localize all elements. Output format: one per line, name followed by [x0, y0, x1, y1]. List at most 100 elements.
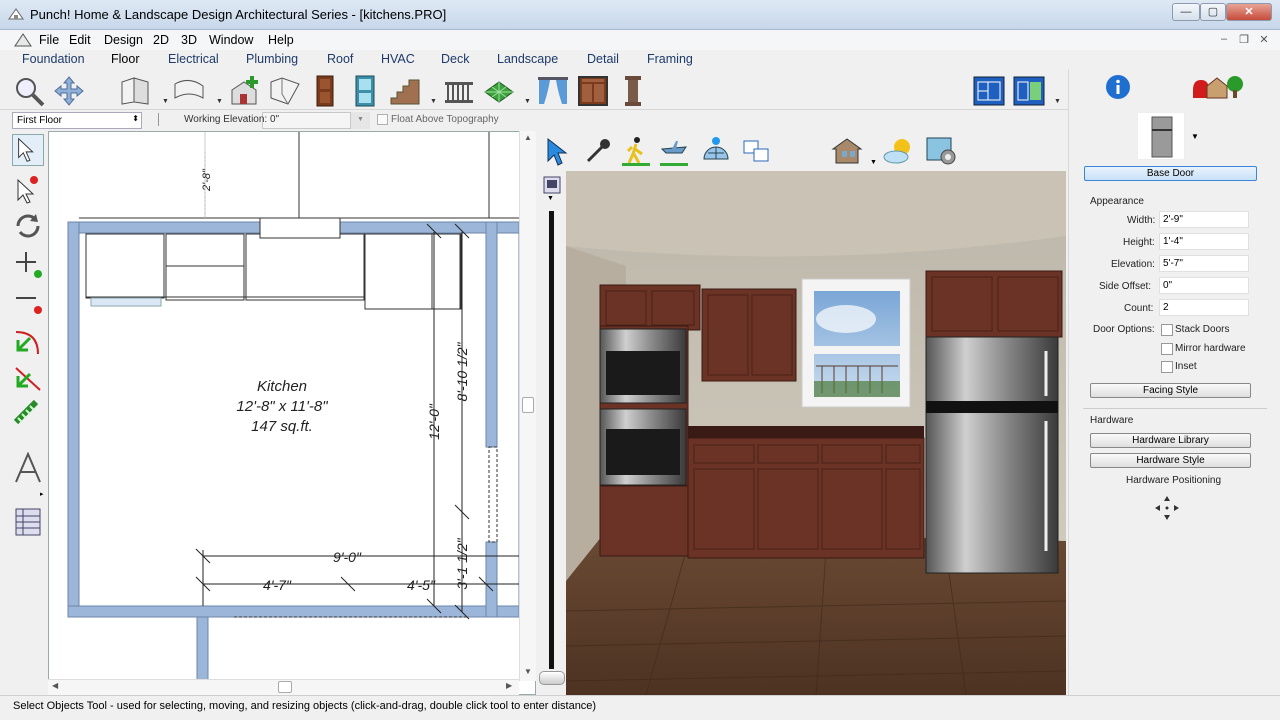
- height-field[interactable]: 1'-4": [1159, 233, 1249, 250]
- select-objects-tool-icon[interactable]: [12, 134, 44, 166]
- house-view-icon[interactable]: [830, 135, 864, 167]
- house-view-dropdown-caret[interactable]: ▼: [870, 159, 877, 166]
- menu-file[interactable]: File: [39, 33, 59, 47]
- eyedropper-icon[interactable]: [582, 135, 614, 167]
- plan-vscroll-thumb[interactable]: [522, 397, 534, 413]
- pan-icon[interactable]: [52, 74, 86, 108]
- 3d-zoom-fit-icon[interactable]: [542, 175, 562, 195]
- properties-panel: ▼ Base Door Appearance Width: 2'-9" Heig…: [1068, 70, 1280, 695]
- zoom-slider-thumb[interactable]: [539, 671, 565, 685]
- menu-window[interactable]: Window: [209, 33, 253, 47]
- walls-dropdown-caret[interactable]: ▼: [162, 98, 169, 105]
- floor-select[interactable]: First Floor ⬍: [12, 112, 142, 129]
- side-offset-field[interactable]: 0": [1159, 277, 1249, 294]
- more-tools-caret[interactable]: ▸: [40, 490, 44, 498]
- view-dropdown-caret[interactable]: ▼: [1054, 98, 1061, 105]
- fly-around-icon[interactable]: [658, 135, 690, 167]
- plan-vertical-scrollbar[interactable]: ▲ ▼: [519, 131, 536, 681]
- cabinet-icon[interactable]: [576, 74, 610, 108]
- doc-minimize-button[interactable]: –: [1216, 33, 1232, 47]
- menu-help[interactable]: Help: [268, 33, 294, 47]
- tab-framing[interactable]: Framing: [647, 52, 693, 66]
- 3d-view-toolbar: ▼: [538, 131, 1068, 171]
- menu-edit[interactable]: Edit: [69, 33, 91, 47]
- sun-weather-icon[interactable]: [882, 135, 916, 167]
- stairs-icon[interactable]: [388, 74, 422, 108]
- width-field[interactable]: 2'-9": [1159, 211, 1249, 228]
- plan-hscroll-thumb[interactable]: [278, 681, 292, 693]
- 3d-zoom-strip: ▼: [538, 171, 566, 695]
- tab-hvac[interactable]: HVAC: [381, 52, 415, 66]
- spinner-arrows-icon[interactable]: ⬍: [132, 114, 139, 123]
- info-icon[interactable]: [1105, 74, 1131, 100]
- door-icon[interactable]: [308, 74, 342, 108]
- schedule-tool-icon[interactable]: [12, 506, 44, 538]
- menu-3d[interactable]: 3D: [181, 33, 197, 47]
- minimize-button[interactable]: —: [1172, 3, 1200, 21]
- curved-wall-icon[interactable]: [172, 74, 206, 108]
- tab-deck[interactable]: Deck: [441, 52, 469, 66]
- railing-icon[interactable]: [442, 74, 476, 108]
- plan-horizontal-scrollbar[interactable]: ◀ ▶: [48, 679, 519, 695]
- library-objects-icon[interactable]: [1189, 72, 1245, 100]
- curved-wall-dropdown-caret[interactable]: ▼: [216, 98, 223, 105]
- move-arrows-icon[interactable]: [1153, 494, 1181, 522]
- floor-fill-dropdown-caret[interactable]: ▼: [524, 98, 531, 105]
- menu-2d[interactable]: 2D: [153, 33, 169, 47]
- elevation-field[interactable]: 5'-7": [1159, 255, 1249, 272]
- 2d-plan-view-icon[interactable]: [972, 74, 1006, 108]
- add-point-tool-icon[interactable]: [12, 248, 44, 280]
- preview-dropdown-caret[interactable]: ▼: [1191, 132, 1199, 141]
- zoom-up-arrow[interactable]: ▼: [547, 195, 554, 202]
- tab-plumbing[interactable]: Plumbing: [246, 52, 298, 66]
- room-shape-icon[interactable]: [268, 74, 302, 108]
- doc-close-button[interactable]: ✕: [1256, 33, 1272, 47]
- tab-landscape[interactable]: Landscape: [497, 52, 558, 66]
- stairs-dropdown-caret[interactable]: ▼: [430, 98, 437, 105]
- render-settings-icon[interactable]: [924, 135, 958, 167]
- rotate-tool-icon[interactable]: [12, 210, 44, 242]
- object-name-button[interactable]: Base Door: [1084, 166, 1257, 181]
- split-view-icon[interactable]: [1012, 74, 1046, 108]
- walls-icon[interactable]: [118, 74, 152, 108]
- 3d-select-icon[interactable]: [542, 135, 574, 167]
- add-room-icon[interactable]: [228, 74, 262, 108]
- close-button[interactable]: ✕: [1226, 3, 1272, 21]
- float-topography-checkbox[interactable]: [377, 114, 388, 125]
- tab-roof[interactable]: Roof: [327, 52, 353, 66]
- floor-plan-2d-view[interactable]: Kitchen 12'-8" x 11'-8" 147 sq.ft. 2'-8"…: [48, 131, 536, 695]
- zoom-icon[interactable]: [12, 74, 46, 108]
- column-icon[interactable]: [616, 74, 650, 108]
- select-points-tool-icon[interactable]: [12, 172, 44, 204]
- window-icon[interactable]: [348, 74, 382, 108]
- maximize-button[interactable]: ▢: [1200, 3, 1226, 21]
- delete-point-tool-icon[interactable]: [12, 284, 44, 316]
- dim-bottom-right-label: 4'-5": [407, 577, 436, 593]
- tab-electrical[interactable]: Electrical: [168, 52, 219, 66]
- tab-floor[interactable]: Floor: [111, 52, 139, 66]
- 3d-render-view[interactable]: [566, 171, 1066, 695]
- arc-tool-icon[interactable]: [12, 326, 44, 358]
- mirror-hardware-checkbox[interactable]: [1161, 343, 1173, 355]
- curtains-icon[interactable]: [536, 74, 570, 108]
- facing-style-button[interactable]: Facing Style: [1090, 383, 1251, 398]
- inset-checkbox[interactable]: [1161, 361, 1173, 373]
- text-tool-icon[interactable]: [12, 452, 44, 484]
- zoom-slider-track[interactable]: [549, 211, 554, 669]
- tab-foundation[interactable]: Foundation: [22, 52, 85, 66]
- straighten-tool-icon[interactable]: [12, 362, 44, 394]
- stack-doors-checkbox[interactable]: [1161, 324, 1173, 336]
- tab-detail[interactable]: Detail: [587, 52, 619, 66]
- dimension-tool-icon[interactable]: [12, 398, 44, 430]
- hardware-style-button[interactable]: Hardware Style: [1090, 453, 1251, 468]
- walkthrough-icon[interactable]: [620, 135, 652, 167]
- doc-restore-button[interactable]: ❐: [1236, 33, 1252, 47]
- hardware-library-button[interactable]: Hardware Library: [1090, 433, 1251, 448]
- count-field[interactable]: 2: [1159, 299, 1249, 316]
- floor-fill-icon[interactable]: [482, 74, 516, 108]
- elevation-dropdown-button[interactable]: ▼: [350, 112, 370, 129]
- menu-design[interactable]: Design: [104, 33, 143, 47]
- dim-right-mid-label: 12'-0": [426, 403, 442, 440]
- dome-view-icon[interactable]: [700, 135, 732, 167]
- camera-views-icon[interactable]: [740, 135, 772, 167]
